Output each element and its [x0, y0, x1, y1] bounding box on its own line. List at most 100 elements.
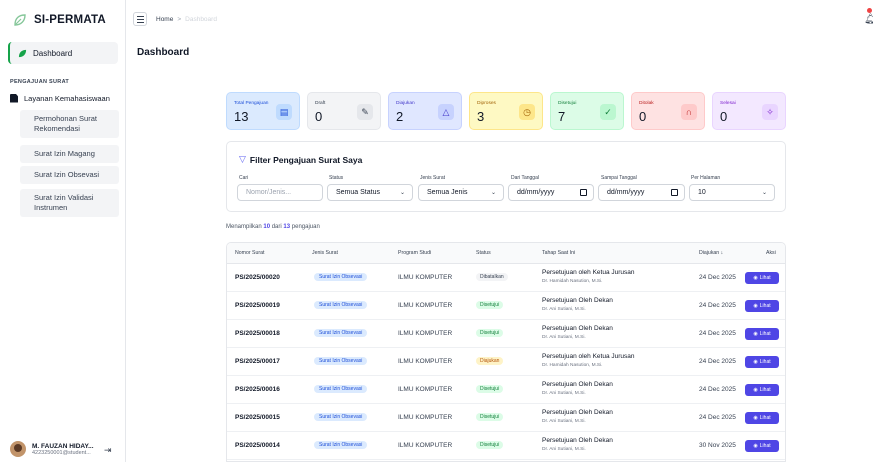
table-row: PS/2025/00015 Surat Izin Obsevasi ILMU KOM… — [227, 404, 785, 432]
filter-icon: ▽ — [239, 154, 246, 164]
sidebar-item-layanan[interactable]: Layanan Kemahasiswaan — [10, 90, 120, 106]
eye-icon: ◉ — [753, 443, 758, 449]
stat-card-draft[interactable]: Draft 0 ✎ — [307, 92, 381, 130]
status-badge: Disetujui — [476, 301, 504, 309]
diajukan-date: 24 Dec 2025 — [699, 358, 736, 365]
jenis-badge: Surat Izin Obsevasi — [314, 441, 368, 449]
stat-value: 7 — [558, 109, 566, 124]
tahap-title: Persetujuan Oleh Dekan — [542, 437, 613, 444]
jenis-badge: Surat Izin Obsevasi — [314, 413, 368, 421]
calendar-icon[interactable] — [671, 189, 678, 196]
breadcrumb-home[interactable]: Home — [156, 16, 173, 23]
hamburger-icon — [137, 16, 144, 17]
breadcrumb: Home > Dashboard — [156, 16, 217, 23]
stat-card-diproses[interactable]: Diproses 3 ◷ — [469, 92, 543, 130]
lihat-button[interactable]: ◉ Lihat — [745, 272, 779, 284]
edit-icon: ✎ — [357, 104, 373, 120]
lihat-button[interactable]: ◉ Lihat — [745, 328, 779, 340]
eye-icon: ◉ — [753, 415, 758, 421]
lihat-label: Lihat — [759, 387, 771, 393]
filter-panel: ▽ Filter Pengajuan Surat Saya Cari Nomor… — [226, 141, 786, 212]
stat-value: 13 — [234, 109, 249, 124]
jenis-select-value: Semua Jenis — [427, 189, 468, 196]
check-circle-icon: ✓ — [600, 104, 616, 120]
sidebar-item-magang[interactable]: Surat Izin Magang — [20, 145, 119, 163]
summary-mid: dari — [271, 224, 282, 230]
eye-icon: ◉ — [753, 387, 758, 393]
user-profile[interactable]: M. FAUZAN HIDAY... 4223250001@student... — [10, 441, 94, 457]
lihat-button[interactable]: ◉ Lihat — [745, 356, 779, 368]
lihat-label: Lihat — [759, 443, 771, 449]
stat-label: Diajukan — [396, 101, 415, 106]
brand[interactable]: SI-PERMATA — [12, 10, 106, 30]
program-studi: ILMU KOMPUTER — [398, 442, 453, 449]
nomor-surat: PS/2025/00014 — [235, 442, 280, 449]
chevron-down-icon: ⌄ — [490, 190, 496, 196]
diajukan-date: 24 Dec 2025 — [699, 302, 736, 309]
nomor-surat: PS/2025/00015 — [235, 414, 280, 421]
sidebar-item-dashboard[interactable]: Dashboard — [8, 42, 118, 64]
lihat-button[interactable]: ◉ Lihat — [745, 412, 779, 424]
table-row: PS/2025/00019 Surat Izin Obsevasi ILMU KOM… — [227, 292, 785, 320]
col-aksi: Aksi — [766, 250, 776, 256]
summary-suffix: pengajuan — [291, 224, 320, 230]
program-studi: ILMU KOMPUTER — [398, 386, 453, 393]
stat-label: Total Pengajuan — [234, 101, 269, 106]
status-select-value: Semua Status — [336, 189, 380, 196]
stat-value: 0 — [720, 109, 728, 124]
lihat-label: Lihat — [759, 415, 771, 421]
per-halaman-label: Per Halaman — [691, 175, 721, 181]
app-title: SI-PERMATA — [34, 14, 106, 26]
diajukan-date: 24 Dec 2025 — [699, 330, 736, 337]
search-input[interactable]: Nomor/Jenis... — [237, 184, 323, 201]
tahap-officer: Dr. Ani Sutiani, M.Si. — [542, 391, 586, 396]
lihat-label: Lihat — [759, 359, 771, 365]
reject-icon: ∩ — [681, 104, 697, 120]
warning-icon: △ — [438, 104, 454, 120]
stat-card-ditolak[interactable]: Ditolak 0 ∩ — [631, 92, 705, 130]
stat-card-selesai[interactable]: Selesai 0 ✧ — [712, 92, 786, 130]
jenis-badge: Surat Izin Obsevasi — [314, 301, 368, 309]
stat-card-total[interactable]: Total Pengajuan 13 ▤ — [226, 92, 300, 130]
nomor-surat: PS/2025/00016 — [235, 386, 280, 393]
program-studi: ILMU KOMPUTER — [398, 330, 453, 337]
sparkle-icon: ✧ — [762, 104, 778, 120]
sampai-tanggal-input[interactable]: dd/mm/yyyy — [598, 184, 685, 201]
avatar — [10, 441, 26, 457]
tahap-officer: Dr. Ani Sutiani, M.Si. — [542, 447, 586, 452]
stat-value: 3 — [477, 109, 485, 124]
nomor-surat: PS/2025/00020 — [235, 274, 280, 281]
table-row: PS/2025/00016 Surat Izin Obsevasi ILMU KOM… — [227, 376, 785, 404]
stat-card-disetujui[interactable]: Disetujui 7 ✓ — [550, 92, 624, 130]
jenis-badge: Surat Izin Obsevasi — [314, 357, 368, 365]
tahap-officer: Dr. Hamidah Nasution, M.Si. — [542, 363, 603, 368]
lihat-button[interactable]: ◉ Lihat — [745, 384, 779, 396]
jenis-select[interactable]: Semua Jenis ⌄ — [418, 184, 504, 201]
table-row: PS/2025/00017 Surat Izin Obsevasi ILMU KOM… — [227, 348, 785, 376]
diajukan-date: 30 Nov 2025 — [699, 442, 736, 449]
sidebar-item-rekomendasi[interactable]: Permohonan Surat Rekomendasi — [20, 110, 119, 138]
sidebar-item-obsevasi[interactable]: Surat Izin Obsevasi — [20, 166, 119, 184]
menu-toggle-button[interactable] — [133, 12, 147, 26]
col-jenis-surat: Jenis Surat — [312, 250, 338, 256]
per-halaman-select[interactable]: 10 ⌄ — [689, 184, 775, 201]
tahap-officer: Dr. Ani Sutiani, M.Si. — [542, 307, 586, 312]
dari-tanggal-label: Dari Tanggal — [511, 175, 539, 181]
dari-tanggal-input[interactable]: dd/mm/yyyy — [508, 184, 594, 201]
col-diajukan-sort[interactable]: Diajukan ↓ — [699, 250, 723, 256]
sidebar-item-validasi[interactable]: Surat Izin Validasi Instrumen — [20, 189, 119, 217]
lihat-button[interactable]: ◉ Lihat — [745, 300, 779, 312]
sampai-tanggal-value: dd/mm/yyyy — [607, 189, 645, 196]
result-summary: Menampilkan 10 dari 13 pengajuan — [226, 224, 320, 230]
status-badge: Disetujui — [476, 441, 504, 449]
bell-icon[interactable]: 🔔︎ — [864, 14, 873, 25]
calendar-icon[interactable] — [580, 189, 587, 196]
tahap-title: Persetujuan Oleh Dekan — [542, 325, 613, 332]
status-select[interactable]: Semua Status ⌄ — [327, 184, 413, 201]
lihat-button[interactable]: ◉ Lihat — [745, 440, 779, 452]
logout-icon[interactable]: ⇥ — [104, 445, 116, 455]
nomor-surat: PS/2025/00019 — [235, 302, 280, 309]
user-name: M. FAUZAN HIDAY... — [32, 442, 94, 450]
user-email: 4223250001@student... — [32, 449, 91, 456]
stat-card-diajukan[interactable]: Diajukan 2 △ — [388, 92, 462, 130]
